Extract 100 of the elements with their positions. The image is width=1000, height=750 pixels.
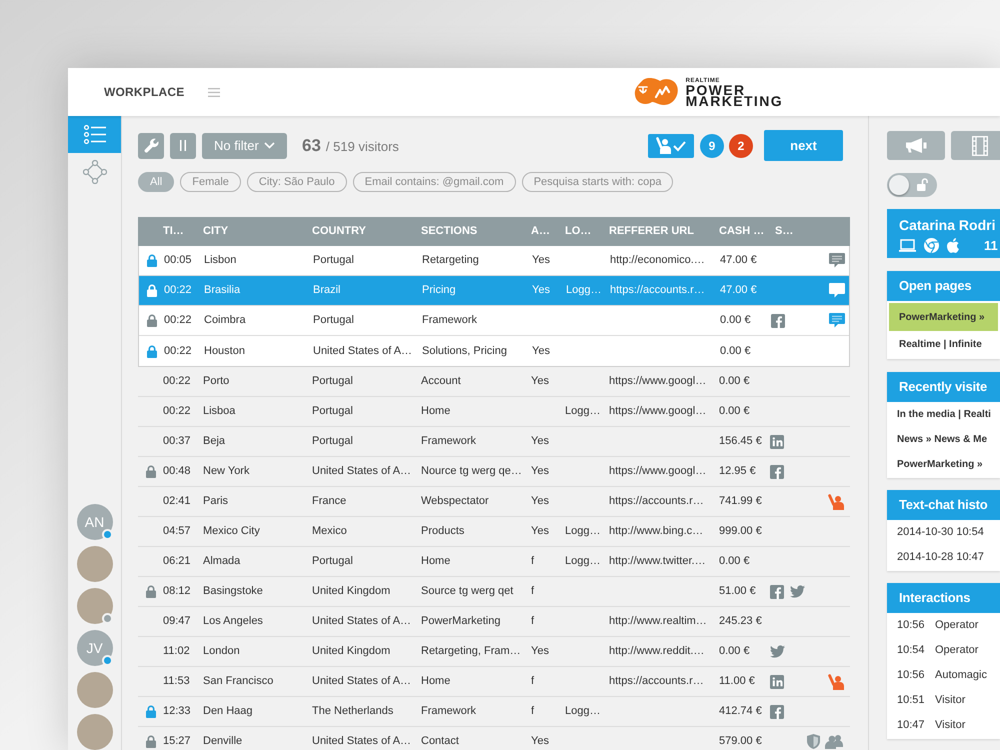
table-cell-text: Coimbra [204, 313, 246, 328]
table-cell-text: http://economico.… [610, 253, 705, 268]
page-link[interactable]: PowerMarketing » [887, 452, 1000, 477]
table-cell-text: Account [421, 374, 461, 390]
table-cell-text: 00:22 [163, 404, 191, 420]
sidebar-tab[interactable] [68, 116, 121, 153]
table-row[interactable]: 12:33 Den Haag The Netherlands Framework f Logg… 412.74 € [138, 697, 850, 727]
pause-icon [180, 140, 186, 151]
page-link[interactable]: Realtime | Infinite [887, 331, 1000, 358]
page-link[interactable]: News » News & Me [887, 427, 1000, 452]
wrench-button[interactable] [138, 132, 164, 158]
table-cell-text: 08:12 [163, 584, 191, 600]
list-icon [84, 125, 106, 144]
count-badge[interactable]: 2 [729, 134, 753, 158]
chrome-icon [924, 238, 939, 253]
table-cell-text: 02:41 [163, 494, 191, 510]
table-cell-text: 47.00 € [720, 283, 757, 298]
card-title: Open pages [887, 271, 1000, 301]
table-cell-text: Yes [531, 374, 549, 390]
page-link[interactable]: PowerMarketing » [889, 303, 998, 331]
table-cell-text: Nource tg werg qe… [421, 464, 522, 480]
table-cell-text: Yes [531, 524, 549, 540]
table-cell-text: United States of A… [313, 344, 412, 359]
table-cell-text: Lisbon [204, 253, 236, 268]
table-cell-text: http://www.bing.c… [609, 524, 704, 540]
twitter-icon [770, 645, 785, 658]
table-cell-text: 00:05 [164, 253, 192, 268]
table-row[interactable]: 00:48 New York United States of A… Nource tg werg qe… Yes https://www.googl… 12.95 € [138, 457, 850, 487]
megaphone-button[interactable] [887, 131, 945, 160]
menu-icon [208, 88, 220, 96]
table-cell-text: 0.00 € [719, 404, 750, 420]
table-cell-text: Basingstoke [203, 584, 263, 600]
table-cell-text: f [531, 554, 534, 570]
table-cell-text: https://www.googl… [609, 404, 706, 420]
pause-button[interactable] [170, 132, 196, 158]
table-cell-text: Retargeting [422, 253, 479, 268]
table-cell-text: https://accounts.r… [610, 283, 705, 298]
table-cell-text: Yes [531, 734, 549, 750]
table-cell-text: 0.00 € [719, 644, 750, 660]
chat-history-item[interactable]: 2014-10-30 10:54 [887, 520, 1000, 545]
users-icon [825, 734, 844, 749]
table-cell-text: Products [421, 524, 464, 540]
table-cell-text: Logg… [565, 404, 600, 420]
table-cell-text: 0.00 € [719, 374, 750, 390]
table-cell-text: Logg… [566, 283, 602, 298]
table-row[interactable]: 15:27 Denville United States of A… Contact Yes 579.00 € [138, 727, 850, 750]
table-cell-text: 11:53 [163, 674, 190, 690]
table-cell-text: https://www.googl… [609, 464, 706, 480]
table-cell-text: 0.00 € [719, 554, 750, 570]
page-link[interactable]: In the media | Realti [887, 402, 1000, 427]
raised-hand-icon [828, 674, 844, 690]
table-row[interactable]: 09:47 Los Angeles United States of A… PowerMarketing f http://www.realtim… 245.23 € [138, 607, 850, 637]
table-cell-text: Yes [532, 283, 550, 298]
megaphone-icon [905, 138, 927, 153]
table-cell-text: Portugal [312, 434, 353, 450]
table-cell-text: Almada [203, 554, 240, 570]
table-cell-text: 12:33 [163, 704, 191, 720]
table-cell-text: Framework [421, 434, 476, 450]
photo-placeholder[interactable] [76, 588, 112, 624]
table-cell-text: 04:57 [163, 524, 191, 540]
table-row[interactable]: 11:53 San Francisco United States of A… Home f https://accounts.r… 11.00 € [138, 667, 850, 697]
lock-toggle[interactable] [887, 173, 937, 197]
chevron-down-icon [264, 142, 275, 149]
table-cell-text: 09:47 [163, 614, 191, 630]
table-cell-text: 00:48 [163, 464, 191, 480]
avatar-initials: JV [86, 638, 103, 658]
table-cell-text: Home [421, 554, 450, 570]
chat-history-item[interactable]: 2014-10-28 10:47 [887, 545, 1000, 570]
table-cell-text: f [531, 614, 534, 630]
table-cell-text: 00:22 [164, 344, 192, 359]
photo-placeholder[interactable] [76, 672, 112, 708]
photo-placeholder[interactable] [76, 714, 112, 750]
interaction-time: 10:47 [897, 718, 926, 734]
table-cell-text: Logg… [565, 704, 600, 720]
table-cell-text: http://www.realtim… [609, 614, 707, 630]
table-cell-text: Home [421, 404, 450, 420]
table-row[interactable]: 02:41 Paris France Webspectator Yes https://accounts.r… 741.99 € [138, 487, 850, 517]
table-row[interactable]: 04:57 Mexico City Mexico Products Yes Logg… http://www.bing.c… 999.00 € [138, 517, 850, 547]
table-row[interactable]: 11:02 London United Kingdom Retargeting, Fram… Yes http://www.reddit.… 0.00 € [138, 637, 850, 667]
table-row[interactable]: 00:37 Beja Portugal Framework Yes 156.45 € [138, 427, 850, 457]
table-cell-text: Yes [531, 644, 549, 660]
table-cell-text: Yes [532, 344, 550, 359]
laptop-icon [899, 239, 916, 252]
table-row[interactable]: 06:21 Almada Portugal Home f Logg… http://www.twitter.… 0.00 € [138, 547, 850, 577]
person-check-icon [656, 137, 686, 154]
table-cell-text: https://accounts.r… [609, 494, 704, 510]
table-row[interactable]: 00:22 Porto Portugal Account Yes https://www.googl… 0.00 € [138, 367, 850, 397]
photo-placeholder[interactable] [76, 546, 112, 582]
film-button[interactable] [951, 131, 1000, 160]
table-cell-text: France [312, 494, 346, 510]
table-cell-text: Solutions, Pricing [422, 344, 507, 359]
table-row[interactable]: 08:12 Basingstoke United Kingdom Source tg werg qet f 51.00 € [138, 577, 850, 607]
table-cell-text: Mexico City [203, 524, 260, 540]
table-row[interactable]: 00:22 Lisboa Portugal Home Logg… https://www.googl… 0.00 € [138, 397, 850, 427]
linkedin-icon [770, 434, 784, 448]
table-cell-text: Brasilia [204, 283, 240, 298]
table-cell-text: Portugal [313, 313, 354, 328]
table-cell-text: 00:37 [163, 434, 191, 450]
table-cell-text: 00:22 [163, 374, 191, 390]
person-check-button[interactable] [648, 134, 694, 158]
